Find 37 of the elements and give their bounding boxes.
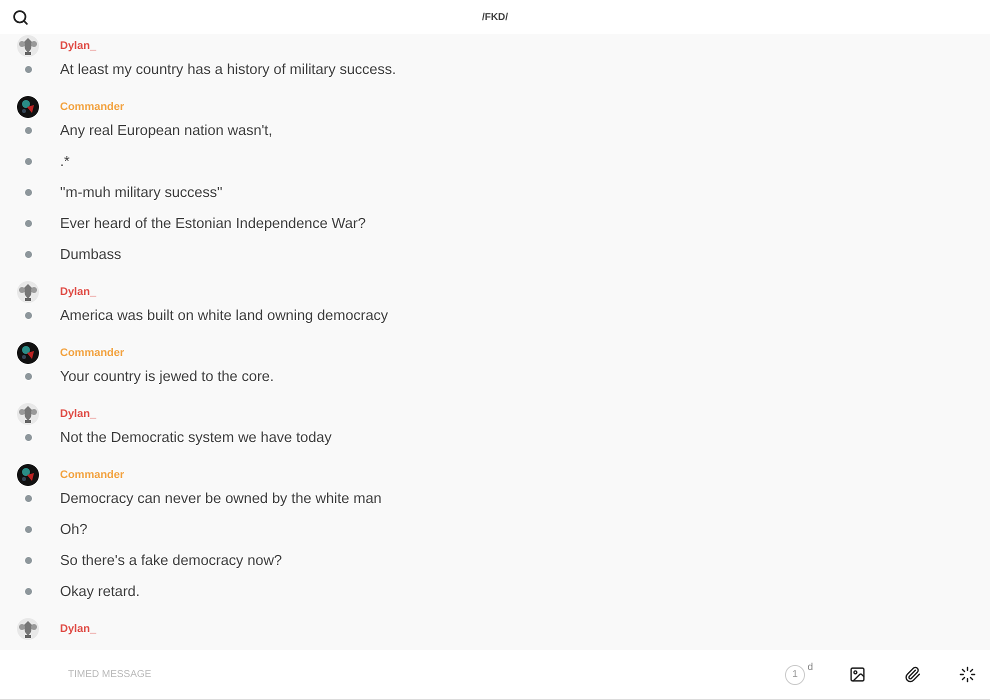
message-text: America was built on white land owning democracy (60, 308, 388, 324)
search-icon[interactable] (12, 8, 29, 26)
message-text: Okay retard. (60, 584, 140, 600)
message-input[interactable]: TIMED MESSAGE (66, 668, 765, 681)
message-text: Your country is jewed to the core. (60, 368, 274, 384)
message-text: At least my country has a history of military success. (60, 62, 396, 78)
channel-title: /FKD/ (482, 12, 508, 22)
message-text: Not the Democratic system we have today (60, 430, 332, 446)
message-text: ''m-muh military success'' (60, 184, 223, 200)
message-bullet (25, 434, 32, 441)
message-text: Any real European nation wasn't, (60, 122, 272, 138)
message-text: Dumbass (60, 246, 122, 262)
message-bullet (25, 588, 32, 595)
sender-name: Dylan_ (60, 623, 96, 635)
sender-name: Dylan_ (60, 40, 96, 52)
message-bullet (25, 220, 32, 227)
message-bullet (25, 495, 32, 502)
message-text: Ever heard of the Estonian Independence War? (60, 216, 366, 232)
message-bullet (25, 127, 32, 134)
message-bullet (25, 557, 32, 564)
message-text: Democracy can never be owned by the white man (60, 490, 382, 506)
message-bullet (25, 526, 32, 533)
message-bullet (25, 251, 32, 258)
sender-name: Commander (60, 347, 124, 359)
message-text: So there's a fake democracy now? (60, 552, 282, 568)
message-bullet (25, 373, 32, 380)
sender-name: Commander (60, 469, 124, 481)
sender-name: Commander (60, 101, 124, 113)
message-bullet (25, 189, 32, 196)
sender-name: Dylan_ (60, 286, 96, 298)
message-text: .* (60, 154, 70, 170)
message-bullet (25, 312, 32, 319)
message-bullet (25, 66, 32, 73)
message-bullet (25, 158, 32, 165)
sender-name: Dylan_ (60, 408, 96, 420)
timer-button[interactable]: 1 d (785, 660, 815, 690)
message-text: Oh? (60, 522, 88, 538)
